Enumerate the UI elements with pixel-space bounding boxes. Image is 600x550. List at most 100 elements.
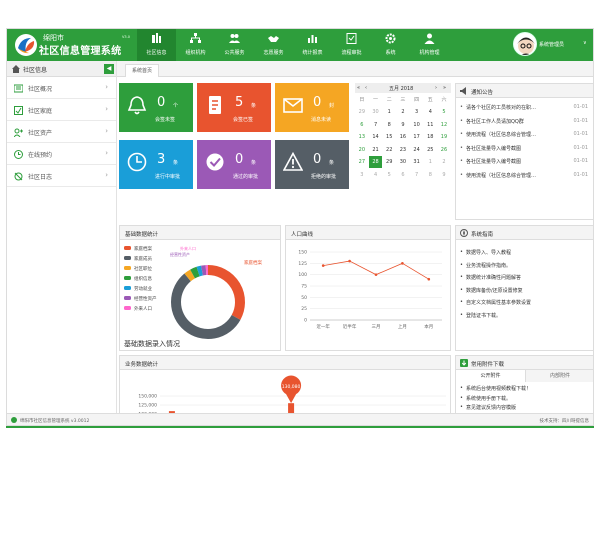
nav-system[interactable]: 系统 [371, 29, 410, 61]
calendar-day[interactable]: 17 [410, 131, 424, 143]
nav-public-service[interactable]: 公共服务 [215, 29, 254, 61]
list-item[interactable]: • 各社区批量导入编号截图 01-01 [460, 141, 590, 155]
calendar-day[interactable]: 4 [369, 169, 383, 181]
line-point[interactable] [348, 259, 351, 263]
sidebar-item-overview[interactable]: 社区概况 › [7, 77, 116, 99]
line-point[interactable] [427, 277, 431, 281]
calendar-day[interactable]: 26 [437, 144, 451, 156]
list-item[interactable]: • 系统使用手册下载。 [460, 394, 590, 404]
calendar-day[interactable]: 28 [368, 156, 383, 168]
list-item[interactable]: • 系统后台使用视频教程下载！ [460, 384, 590, 394]
calendar-day[interactable]: 2 [437, 156, 451, 168]
list-item[interactable]: • 数据统计准确性问题解答 [460, 271, 590, 284]
donut-slice[interactable] [207, 265, 245, 320]
calendar-title[interactable]: 五月 2018 [389, 85, 413, 92]
calendar-day[interactable]: 22 [382, 144, 396, 156]
calendar-day[interactable]: 23 [396, 144, 410, 156]
calendar-day[interactable]: 30 [396, 156, 410, 168]
tile-unread-messages[interactable]: 0 封 消息未读 [275, 83, 349, 132]
line-point[interactable] [321, 264, 325, 267]
calendar-day[interactable]: 3 [410, 106, 424, 118]
legend-label[interactable]: 经营性资产 [134, 295, 157, 302]
calendar-day[interactable]: 20 [355, 144, 369, 156]
legend-label[interactable]: 家庭档案 [134, 245, 152, 252]
donut-slice[interactable] [184, 269, 196, 282]
tile-pending-sign[interactable]: 0 个 会签未签 [119, 83, 193, 132]
user-name[interactable]: 系统管理员 [539, 41, 564, 48]
sidebar-item-log[interactable]: 社区日志 › [7, 165, 116, 187]
calendar-day[interactable]: 25 [423, 144, 437, 156]
sidebar-item-family[interactable]: 社区家庭 › [7, 99, 116, 121]
legend-label[interactable]: 外来人口 [134, 305, 152, 312]
list-item[interactable]: • 请各个社区的工员核对的在职… 01-01 [460, 100, 590, 114]
donut-slice[interactable] [190, 266, 200, 279]
calendar-day[interactable]: 5 [382, 169, 396, 181]
donut-slice[interactable] [201, 265, 207, 276]
calendar-day[interactable]: 6 [396, 169, 410, 181]
line-point[interactable] [401, 262, 404, 265]
calendar-prev-month-button[interactable]: ‹ [365, 85, 367, 91]
list-item[interactable]: • 数据库备份/还原设置修复 [460, 284, 590, 297]
calendar-day[interactable]: 14 [369, 131, 383, 143]
calendar-day[interactable]: 19 [437, 131, 451, 143]
list-item[interactable]: • 登陆证书下载。 [460, 309, 590, 322]
calendar-day[interactable]: 29 [355, 106, 369, 118]
chevron-down-icon[interactable]: ∨ [583, 40, 587, 46]
calendar-next-month-button[interactable]: › [435, 85, 437, 91]
tile-approved[interactable]: 0 条 通过的审批 [197, 140, 271, 189]
nav-community-info[interactable]: 社区信息 [137, 29, 176, 61]
nav-statistics[interactable]: 统计报表 [293, 29, 332, 61]
sidebar-item-appointment[interactable]: 在线预约 › [7, 143, 116, 165]
legend-label[interactable]: 家庭成员 [134, 255, 152, 262]
calendar-day[interactable]: 4 [423, 106, 437, 118]
list-item[interactable]: • 使用流程（社区信息综合管理… 01-01 [460, 127, 590, 141]
calendar-day[interactable]: 9 [396, 119, 410, 131]
sidebar-collapse-button[interactable]: ◀ [104, 64, 114, 74]
calendar-day[interactable]: 16 [396, 131, 410, 143]
donut-slice[interactable] [171, 273, 241, 339]
calendar-day[interactable]: 7 [369, 119, 383, 131]
list-item[interactable]: • 意见建议反馈内容模版 [460, 403, 590, 413]
list-item[interactable]: • 各社区工作人员请加QQ群 01-01 [460, 114, 590, 128]
calendar-day[interactable]: 13 [355, 131, 369, 143]
calendar-day[interactable]: 3 [355, 169, 369, 181]
tile-in-progress[interactable]: 3 条 进行中审批 [119, 140, 193, 189]
sidebar-item-asset[interactable]: 社区资产 › [7, 121, 116, 143]
calendar-prev-year-button[interactable]: « [357, 85, 360, 91]
nav-approval[interactable]: 流程审批 [332, 29, 371, 61]
calendar-day[interactable]: 6 [355, 119, 369, 131]
calendar-day[interactable]: 1 [382, 106, 396, 118]
calendar-day[interactable]: 31 [410, 156, 424, 168]
calendar-day[interactable]: 11 [423, 119, 437, 131]
tab-internal-attachments[interactable]: 内部附件 [526, 370, 593, 382]
calendar-day[interactable]: 2 [396, 106, 410, 118]
nav-admin[interactable]: 机构管理 [410, 29, 449, 61]
avatar[interactable] [513, 32, 537, 56]
line-point[interactable] [374, 273, 378, 276]
calendar-day[interactable]: 29 [382, 156, 396, 168]
list-item[interactable]: • 数据导入、导入教程 [460, 246, 590, 259]
legend-label[interactable]: 劳动就业 [134, 285, 152, 292]
tab-public-attachments[interactable]: 公开附件 [456, 370, 526, 382]
calendar-day[interactable]: 10 [410, 119, 424, 131]
tile-rejected[interactable]: 0 条 拒绝的审批 [275, 140, 349, 189]
calendar-day[interactable]: 27 [355, 156, 369, 168]
nav-volunteer[interactable]: 志愿服务 [254, 29, 293, 61]
legend-label[interactable]: 组织信息 [134, 275, 152, 282]
calendar-day[interactable]: 18 [423, 131, 437, 143]
legend-label[interactable]: 社区职位 [134, 265, 152, 272]
calendar-day[interactable]: 7 [410, 169, 424, 181]
calendar-day[interactable]: 24 [410, 144, 424, 156]
calendar-day[interactable]: 15 [382, 131, 396, 143]
calendar-day[interactable]: 8 [423, 169, 437, 181]
calendar-day[interactable]: 21 [369, 144, 383, 156]
tab-home[interactable]: 系统首页 [125, 64, 160, 77]
calendar-day[interactable]: 9 [437, 169, 451, 181]
calendar-next-year-button[interactable]: » [443, 85, 446, 91]
calendar-day[interactable]: 12 [437, 119, 451, 131]
donut-slice[interactable] [196, 265, 204, 277]
list-item[interactable]: • 自定义文档属性基本参数设置 [460, 296, 590, 309]
calendar-day[interactable]: 30 [369, 106, 383, 118]
tile-signed[interactable]: 5 条 会签已签 [197, 83, 271, 132]
list-item[interactable]: • 各社区批量导入编号截图 01-01 [460, 154, 590, 168]
